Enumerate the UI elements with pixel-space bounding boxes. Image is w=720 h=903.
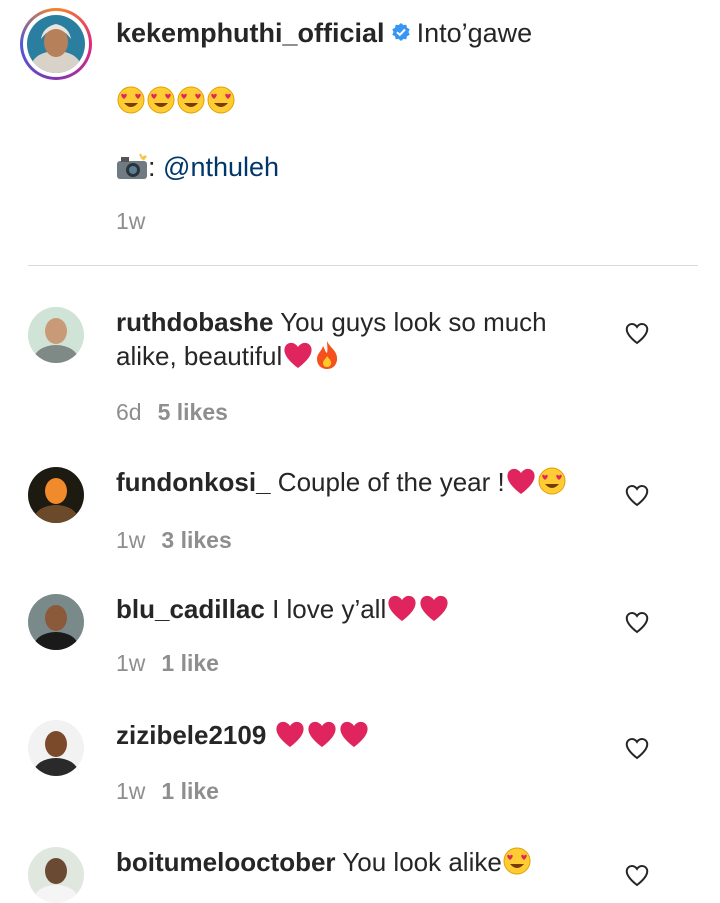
red-heart-emoji — [338, 719, 370, 757]
red-heart-emoji — [386, 593, 418, 631]
comment-time: 1w — [116, 778, 146, 804]
comment-body: fundonkosi_ Couple of the year ! — [116, 465, 586, 504]
caption-text: Into’gawe — [416, 18, 533, 49]
heart-eyes-emoji — [176, 85, 206, 123]
heart-eyes-emoji — [206, 85, 236, 123]
comment-text: I love y’all — [272, 594, 387, 624]
comment-text: Couple of the year ! — [277, 467, 505, 497]
comment-meta: 1w 3 likes — [116, 527, 232, 554]
camera-flash-icon — [116, 153, 148, 189]
comment-username[interactable]: fundonkosi_ — [116, 467, 271, 497]
commenter-avatar[interactable] — [28, 307, 84, 363]
commenter-avatar[interactable] — [28, 720, 84, 776]
red-heart-emoji — [306, 719, 338, 757]
photo-credit-line: : @nthuleh — [116, 150, 279, 189]
verified-badge-icon — [391, 16, 411, 50]
comment-username[interactable]: ruthdobashe — [116, 307, 273, 337]
comment-username[interactable]: zizibele2109 — [116, 720, 266, 750]
red-heart-emoji — [418, 593, 450, 631]
red-heart-emoji — [274, 719, 306, 757]
comment-likes[interactable]: 1 like — [161, 778, 219, 804]
comment-likes[interactable]: 1 like — [161, 650, 219, 676]
comment-time: 1w — [116, 650, 146, 676]
comment-username[interactable]: boitumelooctober — [116, 847, 336, 877]
commenter-avatar[interactable] — [28, 467, 84, 523]
heart-eyes-emoji — [146, 85, 176, 123]
comment-time: 6d — [116, 399, 142, 425]
like-comment-heart-icon[interactable] — [624, 863, 650, 887]
story-ring[interactable] — [20, 8, 92, 80]
like-comment-heart-icon[interactable] — [624, 483, 650, 507]
caption-divider — [28, 265, 698, 266]
red-heart-emoji — [505, 466, 537, 504]
comment-meta: 1w 1 like — [116, 778, 219, 805]
credit-separator: : — [148, 152, 156, 182]
comment-text: You look alike — [342, 847, 502, 877]
caption-timestamp: 1w — [116, 208, 146, 234]
heart-eyes-emoji — [116, 85, 146, 123]
author-username[interactable]: kekemphuthi_official — [116, 18, 385, 48]
comment-likes[interactable]: 3 likes — [161, 527, 231, 553]
fire-emoji — [314, 340, 340, 378]
author-avatar[interactable] — [27, 15, 85, 73]
comment-body: zizibele2109 — [116, 718, 586, 757]
comment-username[interactable]: blu_cadillac — [116, 594, 265, 624]
mention-link[interactable]: @nthuleh — [163, 152, 279, 182]
heart-eyes-emoji — [502, 846, 532, 884]
caption-line: kekemphuthi_official Into’gawe — [116, 16, 532, 54]
like-comment-heart-icon[interactable] — [624, 736, 650, 760]
comment-time: 1w — [116, 527, 146, 553]
avatar-frame — [23, 11, 89, 77]
comment-meta: 6d 5 likes — [116, 399, 228, 426]
like-comment-heart-icon[interactable] — [624, 610, 650, 634]
comment-body: ruthdobashe You guys look so much alike,… — [116, 305, 586, 378]
comment-meta: 1w 1 like — [116, 650, 219, 677]
caption-emoji-line — [116, 84, 236, 123]
red-heart-emoji — [282, 340, 314, 378]
commenter-avatar[interactable] — [28, 594, 84, 650]
comment-likes[interactable]: 5 likes — [158, 399, 228, 425]
like-comment-heart-icon[interactable] — [624, 321, 650, 345]
comment-body: blu_cadillac I love y’all — [116, 592, 586, 631]
heart-eyes-emoji — [537, 466, 567, 504]
comment-body: boitumelooctober You look alike — [116, 845, 586, 884]
